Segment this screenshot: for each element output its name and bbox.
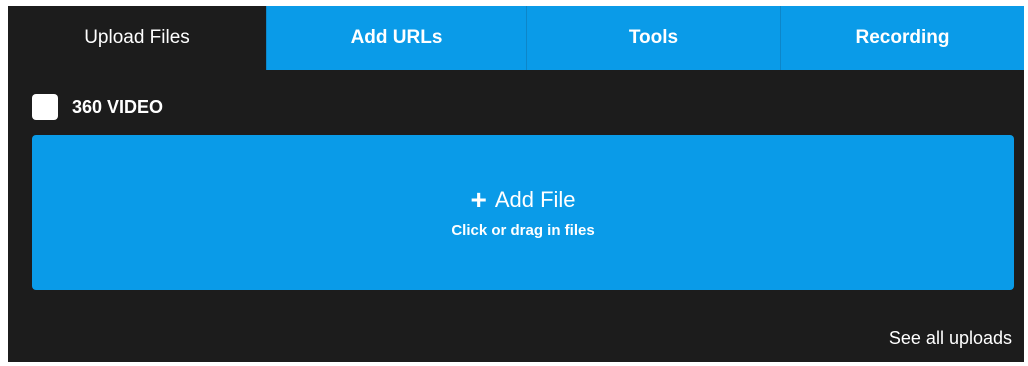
video360-label: 360 VIDEO	[72, 96, 164, 117]
tab-recording[interactable]: Recording	[780, 6, 1024, 70]
tab-bar: Upload Files Add URLs Tools Recording	[8, 6, 1024, 70]
tab-label: Recording	[855, 27, 950, 48]
dropzone-hint: Click or drag in files	[451, 222, 595, 239]
add-file-line: + Add File	[470, 186, 575, 214]
tab-label: Tools	[628, 27, 679, 48]
video360-option: 360 VIDEO	[32, 94, 163, 120]
upload-panel: Upload Files Add URLs Tools Recording 36…	[8, 6, 1024, 362]
see-all-uploads-link[interactable]: See all uploads	[889, 328, 1012, 349]
tab-add-urls[interactable]: Add URLs	[266, 6, 526, 70]
plus-icon: +	[470, 184, 487, 215]
tab-tools[interactable]: Tools	[526, 6, 780, 70]
add-file-label: Add File	[494, 187, 576, 212]
tab-label: Add URLs	[350, 27, 443, 48]
video360-checkbox[interactable]	[32, 94, 58, 120]
tab-label: Upload Files	[84, 27, 190, 48]
tab-upload-files[interactable]: Upload Files	[8, 6, 266, 70]
add-file-dropzone[interactable]: + Add File Click or drag in files	[32, 135, 1014, 290]
